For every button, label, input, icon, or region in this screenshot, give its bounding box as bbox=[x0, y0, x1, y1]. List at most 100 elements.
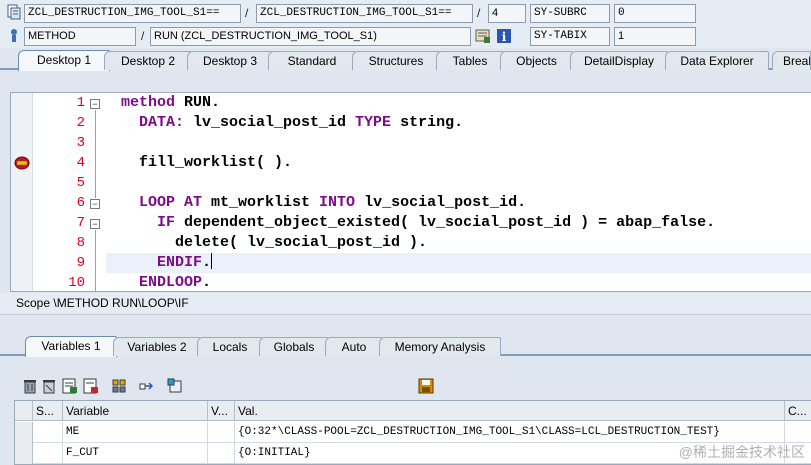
code-line[interactable]: LOOP AT mt_worklist INTO lv_social_post_… bbox=[121, 193, 526, 213]
code-line[interactable]: ENDLOOP. bbox=[121, 273, 211, 293]
line-number: 7 bbox=[76, 215, 85, 231]
line-number: 4 bbox=[76, 155, 85, 171]
column-header-value-type[interactable]: V... bbox=[208, 401, 235, 421]
include-field[interactable]: ZCL_DESTRUCTION_IMG_TOOL_S1== bbox=[256, 4, 473, 23]
tab-desktop-2[interactable]: Desktop 2 bbox=[104, 51, 192, 70]
code-token: . bbox=[202, 254, 212, 271]
tab-tables[interactable]: Tables bbox=[436, 51, 504, 70]
tab-memory-analysis[interactable]: Memory Analysis bbox=[379, 337, 501, 356]
row-selector-header[interactable] bbox=[15, 401, 33, 421]
tab-data-explorer[interactable]: Data Explorer bbox=[665, 51, 769, 70]
column-header-status[interactable]: S... bbox=[33, 401, 63, 421]
code-keyword: method bbox=[121, 94, 176, 111]
breakpoint-icon[interactable] bbox=[14, 156, 30, 170]
delete-all-icon[interactable] bbox=[41, 378, 57, 394]
watermark: @稀土掘金技术社区 bbox=[678, 444, 805, 460]
line-number: 2 bbox=[76, 115, 85, 131]
event-type-field[interactable]: METHOD bbox=[24, 27, 136, 46]
code-token: string. bbox=[391, 114, 464, 131]
code-line[interactable]: fill_worklist( ). bbox=[121, 153, 292, 173]
load-variables-icon[interactable] bbox=[83, 378, 99, 394]
fold-collapse-icon[interactable]: − bbox=[90, 199, 100, 209]
code-keyword: ENDIF bbox=[121, 254, 203, 271]
separator-slash: / bbox=[477, 6, 481, 20]
line-numbers: 1 2 3 4 5 6 7 8 9 10 bbox=[33, 93, 89, 291]
code-keyword: INTO bbox=[319, 194, 356, 211]
save-variables-icon[interactable] bbox=[62, 378, 78, 394]
row-selector[interactable] bbox=[15, 443, 33, 464]
info-icon[interactable]: i bbox=[496, 28, 512, 44]
line-number: 5 bbox=[76, 175, 85, 191]
row-selector[interactable] bbox=[15, 422, 33, 443]
display-list-icon[interactable] bbox=[475, 28, 491, 44]
separator-slash: / bbox=[245, 6, 249, 20]
tab-detail-display[interactable]: DetailDisplay bbox=[570, 51, 668, 70]
code-keyword: IF bbox=[121, 214, 176, 231]
fold-guide bbox=[95, 230, 96, 292]
column-header-value[interactable]: Val. bbox=[235, 401, 785, 421]
tab-variables-2[interactable]: Variables 2 bbox=[113, 337, 201, 356]
code-keyword: TYPE bbox=[355, 114, 392, 131]
code-keyword: ENDLOOP bbox=[121, 274, 203, 291]
sy-subrc-value[interactable]: 0 bbox=[614, 4, 696, 23]
code-token: lv_social_post_id bbox=[184, 114, 356, 131]
table-row[interactable]: ME {O:32*\CLASS-POOL=ZCL_DESTRUCTION_IMG… bbox=[15, 422, 811, 443]
new-object-icon[interactable] bbox=[167, 378, 183, 394]
line-number: 8 bbox=[76, 235, 85, 251]
line-number: 3 bbox=[76, 135, 85, 151]
variables-tab-strip: Variables 1 Variables 2 Locals Globals A… bbox=[0, 336, 811, 357]
text-cursor bbox=[211, 253, 213, 269]
column-header-variable[interactable]: Variable bbox=[63, 401, 208, 421]
code-token: lv_social_post_id. bbox=[355, 194, 527, 211]
code-token: . bbox=[202, 274, 212, 291]
tab-standard[interactable]: Standard bbox=[268, 51, 356, 70]
save-layout-icon[interactable] bbox=[418, 378, 434, 394]
tab-objects[interactable]: Objects bbox=[500, 51, 573, 70]
code-token: dependent_object_existed( lv_social_post… bbox=[175, 214, 716, 231]
column-header-change[interactable]: C... bbox=[785, 401, 811, 421]
value-cell[interactable]: {O:32*\CLASS-POOL=ZCL_DESTRUCTION_IMG_TO… bbox=[235, 422, 785, 443]
variables-toolbar bbox=[0, 372, 811, 400]
debugger-info-bar: ZCL_DESTRUCTION_IMG_TOOL_S1== / ZCL_DEST… bbox=[0, 0, 811, 48]
tab-auto[interactable]: Auto bbox=[325, 337, 383, 356]
code-token: mt_worklist bbox=[202, 194, 320, 211]
code-line[interactable]: delete( lv_social_post_id ). bbox=[121, 233, 427, 253]
scope-bar: Scope \METHOD RUN\LOOP\IF bbox=[0, 293, 811, 315]
code-editor[interactable]: 1 2 3 4 5 6 7 8 9 10 − − − method RUN. D… bbox=[10, 92, 811, 292]
sy-tabix-value[interactable]: 1 bbox=[614, 27, 696, 46]
code-token: delete( lv_social_post_id ). bbox=[121, 234, 428, 251]
code-line[interactable]: ENDIF. bbox=[121, 253, 213, 273]
line-number: 1 bbox=[76, 95, 85, 111]
tab-desktop-1[interactable]: Desktop 1 bbox=[18, 50, 110, 71]
fold-collapse-icon[interactable]: − bbox=[90, 99, 100, 109]
variable-name-cell[interactable]: ME bbox=[63, 422, 208, 443]
variable-name-cell[interactable]: F_CUT bbox=[63, 443, 208, 464]
line-number-field[interactable]: 4 bbox=[488, 4, 526, 23]
tab-desktop-3[interactable]: Desktop 3 bbox=[187, 51, 273, 70]
breakpoint-gutter[interactable] bbox=[11, 93, 33, 291]
sy-subrc-label: SY-SUBRC bbox=[530, 4, 610, 23]
program-icon bbox=[6, 4, 22, 20]
scope-path: Scope \METHOD RUN\LOOP\IF bbox=[16, 296, 189, 310]
hierarchy-icon[interactable] bbox=[111, 378, 127, 394]
method-icon bbox=[6, 27, 22, 43]
svg-text:i: i bbox=[502, 30, 507, 44]
code-line[interactable]: method RUN. bbox=[121, 93, 220, 113]
tab-globals[interactable]: Globals bbox=[259, 337, 329, 356]
tab-structures[interactable]: Structures bbox=[352, 51, 440, 70]
table-header: S... Variable V... Val. C... bbox=[15, 401, 811, 421]
navigate-icon[interactable] bbox=[139, 378, 155, 394]
value-type-cell bbox=[208, 443, 235, 464]
code-line[interactable]: IF dependent_object_existed( lv_social_p… bbox=[121, 213, 715, 233]
tab-variables-1[interactable]: Variables 1 bbox=[25, 336, 117, 357]
tab-break[interactable]: Break bbox=[772, 51, 811, 70]
code-line[interactable]: DATA: lv_social_post_id TYPE string. bbox=[121, 113, 463, 133]
code-token: RUN. bbox=[175, 94, 221, 111]
line-number: 6 bbox=[76, 195, 85, 211]
delete-icon[interactable] bbox=[22, 378, 38, 394]
program-field[interactable]: ZCL_DESTRUCTION_IMG_TOOL_S1== bbox=[24, 4, 241, 23]
tab-locals[interactable]: Locals bbox=[197, 337, 263, 356]
event-name-field[interactable]: RUN (ZCL_DESTRUCTION_IMG_TOOL_S1) bbox=[150, 27, 471, 46]
status-cell bbox=[33, 443, 63, 464]
fold-collapse-icon[interactable]: − bbox=[90, 219, 100, 229]
